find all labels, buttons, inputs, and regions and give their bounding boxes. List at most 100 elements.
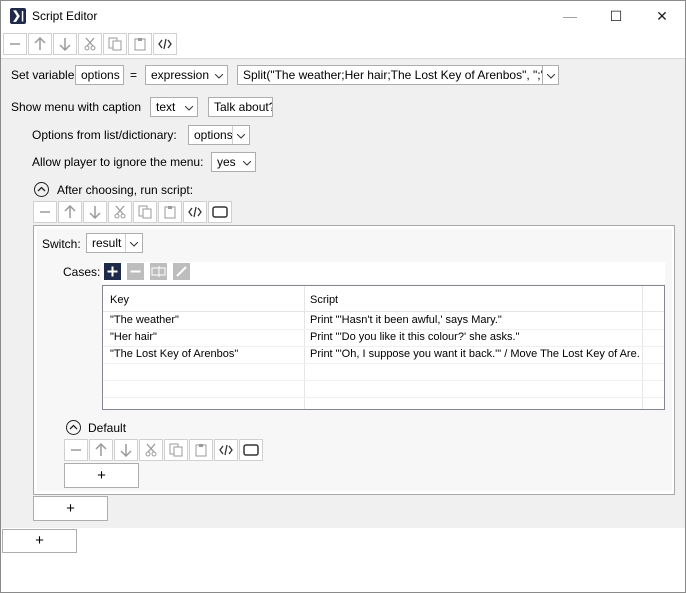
caption-input[interactable]: Talk about?	[208, 97, 273, 117]
move-up-button[interactable]	[58, 201, 82, 223]
copy-button[interactable]	[103, 33, 127, 55]
close-button[interactable]: ✕	[639, 1, 685, 31]
cut-button[interactable]	[139, 439, 163, 461]
delete-button[interactable]	[33, 201, 57, 223]
cut-button[interactable]	[108, 201, 132, 223]
arrow-down-icon	[89, 206, 101, 219]
add-block-button[interactable]	[208, 201, 232, 223]
window-title: Script Editor	[32, 9, 98, 23]
case-script: Print "'Oh, I suppose you want it back.'…	[310, 348, 640, 360]
ignore-menu-value: yes	[217, 155, 236, 169]
script-editor-window: ❯| Script Editor — ☐ ✕ Set variable opti…	[0, 0, 686, 593]
switch-expression-value: result	[92, 236, 122, 250]
add-block-button[interactable]	[239, 439, 263, 461]
set-variable-label: Set variable	[11, 68, 75, 82]
plus-icon	[107, 266, 118, 277]
column-header-script[interactable]: Script	[310, 294, 338, 306]
expression-dropdown-button[interactable]	[542, 65, 559, 85]
move-up-button[interactable]	[28, 33, 52, 55]
add-default-script-button[interactable]: +	[64, 463, 139, 488]
copy-icon	[138, 205, 152, 219]
maximize-icon: ☐	[609, 8, 623, 24]
move-up-button[interactable]	[89, 439, 113, 461]
chevron-up-icon	[37, 186, 46, 192]
table-row[interactable]: "The weather" Print "'Hasn't it been awf…	[103, 312, 664, 330]
chevron-down-icon	[543, 66, 558, 84]
chevron-down-icon	[232, 126, 249, 144]
options-label: Options from list/dictionary:	[32, 128, 177, 142]
chevron-down-icon	[181, 98, 197, 116]
arrow-up-icon	[34, 37, 46, 50]
move-down-button[interactable]	[83, 201, 107, 223]
arrow-down-icon	[59, 38, 71, 51]
add-case-button[interactable]	[104, 263, 121, 280]
table-row[interactable]: "Her hair" Print "'Do you like it this c…	[103, 329, 664, 347]
paste-icon	[134, 38, 146, 51]
remove-case-button[interactable]	[127, 263, 144, 280]
case-script: Print "'Do you like it this colour?' she…	[310, 331, 520, 343]
code-icon	[158, 38, 172, 50]
arrow-up-icon	[95, 443, 107, 456]
move-down-button[interactable]	[53, 33, 77, 55]
minus-icon	[10, 43, 20, 45]
paste-button[interactable]	[158, 201, 182, 223]
code-view-button[interactable]	[183, 201, 207, 223]
add-script-button[interactable]: +	[2, 529, 77, 553]
copy-button[interactable]	[133, 201, 157, 223]
edit-script-button[interactable]	[173, 263, 190, 280]
plus-icon: +	[97, 467, 106, 484]
empty-row	[103, 380, 664, 398]
add-after-choosing-script-button[interactable]: +	[33, 496, 108, 521]
rectangle-icon	[243, 444, 259, 456]
paste-icon	[195, 444, 207, 457]
paste-button[interactable]	[189, 439, 213, 461]
case-key: "The weather"	[110, 314, 179, 326]
table-row[interactable]: "The Lost Key of Arenbos" Print "'Oh, I …	[103, 346, 664, 364]
paste-icon	[164, 206, 176, 219]
delete-button[interactable]	[64, 439, 88, 461]
rectangle-icon	[212, 206, 228, 218]
rename-icon	[151, 266, 166, 277]
minimize-button[interactable]: —	[547, 1, 593, 31]
grid-header: Key Script	[103, 286, 664, 312]
title-bar: ❯| Script Editor — ☐ ✕	[1, 1, 685, 31]
chevron-up-icon	[69, 424, 78, 430]
close-icon: ✕	[656, 8, 668, 24]
options-dropdown[interactable]: options	[188, 125, 250, 145]
caption-type-dropdown[interactable]: text	[150, 97, 198, 117]
cut-button[interactable]	[78, 33, 102, 55]
expression-input[interactable]: Split("The weather;Her hair;The Lost Key…	[237, 65, 543, 85]
ignore-menu-dropdown[interactable]: yes	[211, 152, 256, 172]
main-toolbar	[3, 33, 178, 55]
move-down-button[interactable]	[114, 439, 138, 461]
equals-label: =	[130, 68, 138, 82]
after-choosing-label: After choosing, run script:	[57, 183, 194, 197]
copy-icon	[169, 443, 183, 457]
case-key: "Her hair"	[110, 331, 157, 343]
options-value: options	[194, 128, 233, 142]
collapse-default-button[interactable]	[66, 420, 81, 435]
default-label: Default	[88, 421, 127, 435]
code-view-button[interactable]	[153, 33, 177, 55]
delete-button[interactable]	[3, 33, 27, 55]
copy-button[interactable]	[164, 439, 188, 461]
pencil-icon	[176, 266, 187, 277]
maximize-button[interactable]: ☐	[593, 1, 639, 31]
case-script: Print "'Hasn't it been awful,' says Mary…	[310, 314, 502, 326]
column-header-key[interactable]: Key	[110, 294, 129, 306]
code-view-button[interactable]	[214, 439, 238, 461]
minus-icon	[40, 211, 50, 213]
chevron-down-icon	[125, 234, 142, 252]
collapse-after-choosing-button[interactable]	[34, 182, 49, 197]
scissors-icon	[114, 205, 126, 219]
switch-expression-dropdown[interactable]: result	[86, 233, 143, 253]
value-type-dropdown[interactable]: expression	[145, 65, 228, 85]
variable-name-input[interactable]: options	[75, 65, 124, 85]
edit-key-button[interactable]	[150, 263, 167, 280]
default-toolbar	[64, 439, 264, 461]
arrow-down-icon	[120, 444, 132, 457]
paste-button[interactable]	[128, 33, 152, 55]
minus-icon	[130, 270, 141, 273]
code-icon	[188, 206, 202, 218]
after-choosing-toolbar	[33, 201, 233, 223]
